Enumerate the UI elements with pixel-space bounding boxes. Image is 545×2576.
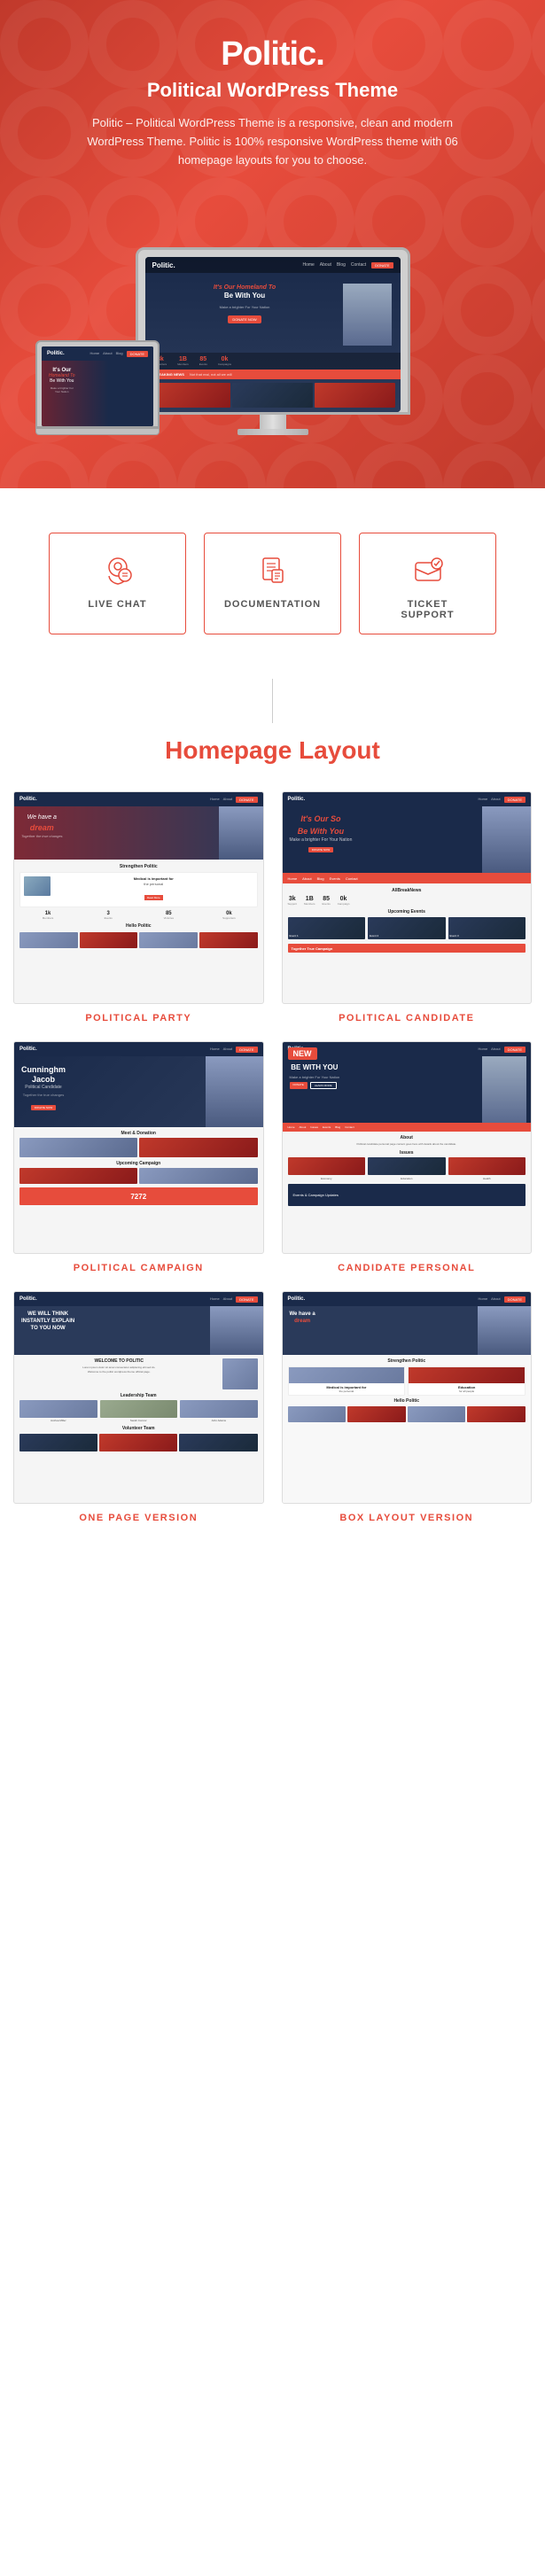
section-divider [0, 661, 545, 728]
political-candidate-label: POLITICAL CANDIDATE [282, 1013, 533, 1023]
hero-section: Politic. Political WordPress Theme Polit… [0, 0, 545, 488]
support-item-ticket[interactable]: TICKET SUPPORT [359, 533, 496, 634]
one-page-thumb: Politic. Home About DONATE WE WILL THINK… [13, 1291, 264, 1504]
documentation-icon [253, 551, 292, 590]
layout-item-box-layout[interactable]: Politic. Home About DONATE We have adrea… [282, 1291, 533, 1523]
ticket-support-icon [409, 551, 448, 590]
live-chat-icon [98, 551, 137, 590]
political-party-thumb: Politic. Home About DONATE We have a dre… [13, 791, 264, 1004]
one-page-label: ONE PAGE VERSION [13, 1513, 264, 1523]
political-campaign-label: POLITICAL CAMPAIGN [13, 1263, 264, 1273]
logo: Politic. [18, 35, 527, 74]
political-campaign-thumb: Politic. Home About DONATE CunninghmJaco… [13, 1041, 264, 1254]
desktop-device: Politic. Home About Blog Contact DONATE [136, 247, 410, 435]
candidate-personal-thumb: NEW Politic. Home About DONATE BE WITH [282, 1041, 533, 1254]
section-title: Homepage Layout [13, 736, 532, 765]
ticket-support-label: TICKET SUPPORT [382, 599, 473, 620]
box-layout-thumb: Politic. Home About DONATE We have adrea… [282, 1291, 533, 1504]
layout-item-one-page[interactable]: Politic. Home About DONATE WE WILL THINK… [13, 1291, 264, 1523]
box-layout-label: BOX LAYOUT VERSION [282, 1513, 533, 1523]
political-candidate-thumb: Politic. Home About DONATE It's Our SoBe… [282, 791, 533, 1004]
new-badge: NEW [288, 1047, 317, 1060]
layout-grid: Politic. Home About DONATE We have a dre… [13, 791, 532, 1523]
support-section: LIVE CHAT DOCUMENTATION [0, 488, 545, 661]
layout-item-political-party[interactable]: Politic. Home About DONATE We have a dre… [13, 791, 264, 1023]
layout-item-political-candidate[interactable]: Politic. Home About DONATE It's Our SoBe… [282, 791, 533, 1023]
layout-item-candidate-personal[interactable]: NEW Politic. Home About DONATE BE WITH [282, 1041, 533, 1273]
hero-subtitle: Political WordPress Theme [18, 79, 527, 102]
support-item-documentation[interactable]: DOCUMENTATION [204, 533, 341, 634]
hero-description: Politic – Political WordPress Theme is a… [87, 114, 459, 169]
devices-mockup: Politic. Home About Blog DONATE It [18, 205, 527, 435]
support-item-live-chat[interactable]: LIVE CHAT [49, 533, 186, 634]
laptop-device: Politic. Home About Blog DONATE It [35, 340, 160, 435]
live-chat-label: LIVE CHAT [88, 599, 146, 610]
documentation-label: DOCUMENTATION [224, 599, 321, 610]
political-party-label: POLITICAL PARTY [13, 1013, 264, 1023]
layout-item-political-campaign[interactable]: Politic. Home About DONATE CunninghmJaco… [13, 1041, 264, 1273]
homepage-layout-section: Homepage Layout Politic. Home About DONA… [0, 728, 545, 1559]
support-icons-row: LIVE CHAT DOCUMENTATION [27, 533, 518, 634]
candidate-personal-label: CANDIDATE PERSONAL [282, 1263, 533, 1273]
